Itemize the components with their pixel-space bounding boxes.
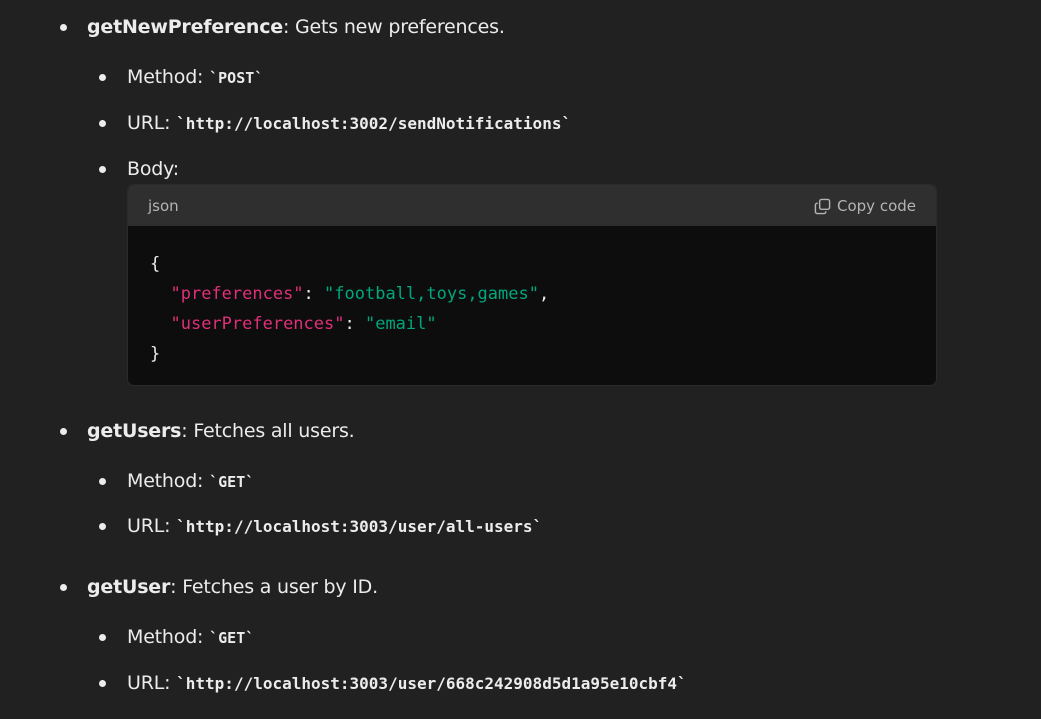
json-string: "email" bbox=[364, 314, 437, 334]
endpoint-item: getNewPreference: Gets new preferences. bbox=[87, 15, 505, 39]
method-code: `GET` bbox=[209, 473, 255, 491]
method-label: Method: bbox=[127, 66, 210, 88]
endpoint-name: getUsers bbox=[87, 420, 182, 442]
method-label: Method: bbox=[127, 470, 210, 492]
code-block: json Copy code { "preferences": "footbal… bbox=[127, 184, 937, 386]
endpoint-description: : Fetches a user by ID. bbox=[170, 576, 378, 598]
copy-code-button[interactable]: Copy code bbox=[814, 197, 916, 215]
url-line: URL: `http://localhost:3003/user/668c242… bbox=[127, 671, 687, 696]
bullet bbox=[60, 24, 67, 31]
bullet bbox=[99, 120, 106, 127]
code-language: json bbox=[148, 197, 179, 215]
method-code: `POST` bbox=[209, 69, 264, 87]
json-comma: , bbox=[538, 284, 550, 304]
json-separator: : bbox=[344, 314, 365, 334]
endpoint-name: getNewPreference bbox=[87, 16, 283, 38]
json-open-brace: { bbox=[150, 254, 161, 274]
method-line: Method: `POST` bbox=[127, 65, 263, 90]
copy-icon bbox=[814, 198, 831, 214]
bullet bbox=[99, 634, 106, 641]
endpoint-description: : Gets new preferences. bbox=[282, 16, 505, 38]
bullet bbox=[60, 428, 67, 435]
url-line: URL: `http://localhost:3002/sendNotifica… bbox=[127, 111, 571, 136]
method-line: Method: `GET` bbox=[127, 625, 254, 650]
copy-code-label: Copy code bbox=[837, 197, 916, 215]
bullet bbox=[99, 74, 106, 81]
url-label: URL: bbox=[127, 515, 177, 537]
url-code: `http://localhost:3003/user/668c242908d5… bbox=[176, 674, 687, 693]
method-line: Method: `GET` bbox=[127, 469, 254, 494]
body-line: Body: bbox=[127, 157, 179, 181]
bullet bbox=[99, 478, 106, 485]
body-label: Body: bbox=[127, 158, 179, 180]
bullet bbox=[99, 523, 106, 530]
url-line: URL: `http://localhost:3003/user/all-use… bbox=[127, 514, 542, 539]
endpoint-name: getUser bbox=[87, 576, 171, 598]
url-label: URL: bbox=[127, 672, 177, 694]
code-block-header: json Copy code bbox=[128, 185, 936, 226]
chat-response: getNewPreference: Gets new preferences. … bbox=[0, 0, 1041, 719]
json-separator: : bbox=[303, 284, 325, 304]
json-key: "preferences" bbox=[170, 284, 304, 304]
endpoint-item: getUsers: Fetches all users. bbox=[87, 419, 355, 443]
endpoint-description: : Fetches all users. bbox=[181, 420, 355, 442]
endpoint-item: getUser: Fetches a user by ID. bbox=[87, 575, 378, 599]
bullet bbox=[99, 166, 106, 173]
method-code: `GET` bbox=[209, 629, 255, 647]
url-code: `http://localhost:3002/sendNotifications… bbox=[176, 114, 572, 133]
url-label: URL: bbox=[127, 112, 177, 134]
json-string: "football,toys,games" bbox=[324, 284, 539, 304]
json-key: "userPreferences" bbox=[170, 314, 345, 334]
code-content: { "preferences": "football,toys,games", … bbox=[128, 226, 936, 369]
bullet bbox=[99, 680, 106, 687]
method-label: Method: bbox=[127, 626, 210, 648]
url-code: `http://localhost:3003/user/all-users` bbox=[176, 517, 543, 536]
bullet bbox=[60, 584, 67, 591]
json-close-brace: } bbox=[150, 344, 161, 364]
